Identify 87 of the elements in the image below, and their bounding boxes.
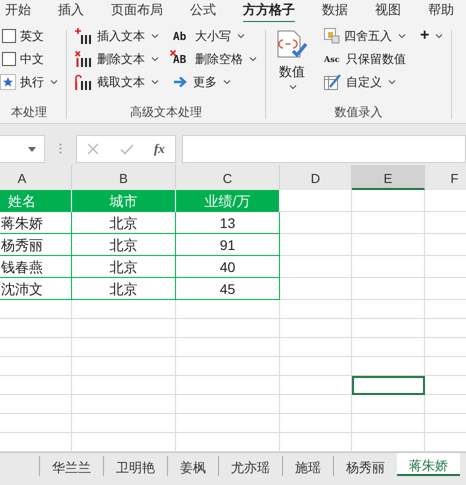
header-cell: 城市 xyxy=(72,190,176,212)
ribbon-tab[interactable]: 页面布局 xyxy=(111,0,163,23)
caret-icon[interactable] xyxy=(249,56,257,62)
empty-cell xyxy=(280,300,352,319)
sheet-tab[interactable]: 卫明艳 xyxy=(103,456,167,476)
caret-icon[interactable] xyxy=(50,79,58,85)
table-cell: 北京 xyxy=(72,234,176,256)
ribbon-tab[interactable]: 视图 xyxy=(375,0,401,23)
table-cell: 北京 xyxy=(72,212,176,234)
caret-icon[interactable] xyxy=(289,84,297,90)
header-cell: 姓名 xyxy=(0,190,72,212)
empty-cell xyxy=(280,338,352,357)
empty-cell xyxy=(0,376,72,395)
caret-icon[interactable] xyxy=(398,33,406,39)
checkbox[interactable]: 英文 xyxy=(0,26,58,46)
grid-icon xyxy=(324,28,340,44)
empty-cell xyxy=(280,319,352,338)
empty-cell xyxy=(0,395,72,414)
table-cell: 杨秀丽 xyxy=(0,234,72,256)
sheet-tab[interactable]: 尤亦瑶 xyxy=(218,456,282,476)
ribbon-tab[interactable]: 帮助 xyxy=(428,0,454,23)
empty-cell xyxy=(0,414,72,433)
table-cell: 45 xyxy=(176,278,280,300)
checkbox[interactable]: 中文 xyxy=(0,49,58,69)
ribbon-button[interactable]: Asc 只保留数值 xyxy=(324,49,406,69)
caret-icon[interactable] xyxy=(435,33,444,39)
caret-icon[interactable] xyxy=(237,33,245,39)
group-label: 高级文本处理 xyxy=(129,104,203,121)
ribbon-button[interactable]: 自定义 xyxy=(324,72,406,92)
table-pencil-icon xyxy=(324,74,342,90)
ribbon-button[interactable]: 截取文本 xyxy=(75,72,159,92)
table-cell: 蒋朱娇 xyxy=(0,212,72,234)
delete-icon xyxy=(170,50,176,56)
table-cell: 沈沛文 xyxy=(0,278,72,300)
sheet-tab[interactable]: 姜枫 xyxy=(167,456,218,476)
document-check-icon xyxy=(276,30,308,60)
table-cell: 13 xyxy=(176,212,280,234)
ribbon-button[interactable]: 删除文本 xyxy=(75,49,159,69)
delete-text-icon xyxy=(75,50,93,68)
ribbon-button[interactable]: 插入文本 xyxy=(75,26,159,46)
empty-cell xyxy=(280,376,352,395)
insert-text-icon xyxy=(75,28,93,44)
column-header[interactable]: E xyxy=(352,165,425,190)
ribbon-button[interactable]: 执行 xyxy=(0,72,58,92)
cut-text-icon xyxy=(75,74,93,90)
table-cell: 北京 xyxy=(72,256,176,278)
header-cell: 业绩/万 xyxy=(176,190,280,212)
table-cell: 91 xyxy=(176,234,280,256)
sheet-tab[interactable]: 华兰兰 xyxy=(39,456,103,476)
table-cell: 40 xyxy=(176,256,280,278)
group-label: 数值录入 xyxy=(334,104,384,121)
table-cell: 北京 xyxy=(72,278,176,300)
sheet-tab[interactable]: 蒋朱娇 xyxy=(397,453,460,476)
ribbon-button[interactable]: AB 删除空格 xyxy=(173,49,257,69)
group-label: 本处理 xyxy=(10,104,48,121)
ribbon-button[interactable]: Ab 大小写 xyxy=(173,26,257,46)
caret-icon[interactable] xyxy=(388,79,396,85)
table-cell: 钱春燕 xyxy=(0,256,72,278)
empty-cell xyxy=(0,300,72,319)
empty-cell xyxy=(280,414,352,433)
formula-input[interactable] xyxy=(182,135,466,163)
ribbon-tab[interactable]: 插入 xyxy=(58,0,84,23)
ribbon-tab[interactable]: 数据 xyxy=(322,0,348,23)
caret-icon[interactable] xyxy=(151,79,159,85)
ribbon-tab[interactable]: 公式 xyxy=(190,0,216,23)
caret-icon[interactable] xyxy=(223,79,231,85)
caret-icon[interactable] xyxy=(151,33,159,39)
check-icon[interactable] xyxy=(120,144,134,154)
empty-cell xyxy=(280,212,352,234)
ribbon-tab[interactable]: 开始 xyxy=(5,0,31,23)
caret-icon[interactable] xyxy=(151,56,159,62)
ribbon-button[interactable]: 四舍五入 xyxy=(324,26,406,46)
empty-cell xyxy=(280,256,352,278)
empty-cell xyxy=(0,357,72,376)
value-button[interactable]: 数值 xyxy=(274,26,310,90)
empty-cell xyxy=(0,338,72,357)
empty-cell xyxy=(0,319,72,338)
ribbon-button[interactable]: 更多 xyxy=(173,72,257,92)
empty-cell xyxy=(280,357,352,376)
empty-cell xyxy=(280,278,352,300)
insert-function-button[interactable]: fx xyxy=(154,141,165,157)
selected-cell[interactable] xyxy=(352,376,425,395)
sheet-tab[interactable]: 施瑶 xyxy=(282,456,333,476)
empty-cell xyxy=(280,395,352,414)
empty-cell xyxy=(280,234,352,256)
arrow-right-icon xyxy=(173,75,189,89)
ribbon-button[interactable]: + xyxy=(420,26,444,46)
